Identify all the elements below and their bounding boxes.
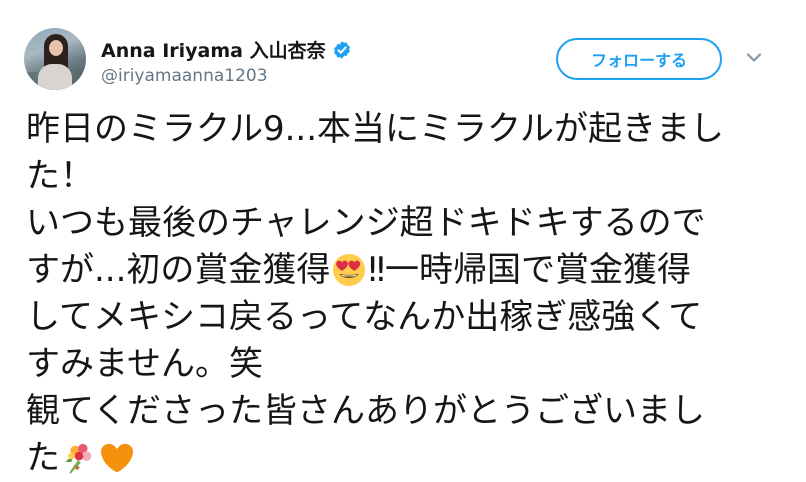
tweet-line-8: た xyxy=(26,435,786,482)
display-name[interactable]: Anna Iriyama 入山杏奈 xyxy=(101,36,326,63)
avatar[interactable] xyxy=(24,28,86,90)
heart-eyes-emoji-icon xyxy=(333,253,366,287)
tweet-line-3: いつも最後のチャレンジ超ドキドキするので xyxy=(26,203,706,243)
tweet-line-4-start: すが...初の賞金獲得 xyxy=(26,250,331,290)
tweet-line-4-end: ‼︎一時帰国で賞金獲得 xyxy=(368,250,691,290)
avatar-face xyxy=(49,40,63,56)
tweet-line-6: すみません。笑 xyxy=(26,344,263,384)
user-handle[interactable]: @iriyamaanna1203 xyxy=(101,66,268,86)
avatar-body xyxy=(38,64,72,90)
follow-button[interactable]: フォローする xyxy=(556,38,722,80)
bouquet-emoji-icon xyxy=(65,443,92,474)
chevron-down-icon[interactable] xyxy=(746,52,762,64)
tweet-line-4: すが...初の賞金獲得 ‼︎一時帰国で賞金獲得 xyxy=(26,247,786,294)
tweet-line-7: 観てくださった皆さんありがとうございまし xyxy=(26,391,705,431)
tweet-card: Anna Iriyama 入山杏奈 @iriyamaanna1203 フォローす… xyxy=(0,0,806,478)
name-row[interactable]: Anna Iriyama 入山杏奈 xyxy=(101,36,352,63)
tweet-line-5: してメキシコ戻るってなんか出稼ぎ感強くて xyxy=(26,297,703,337)
tweet-line-8-start: た xyxy=(26,438,60,478)
tweet-line-2: た！ xyxy=(26,156,94,196)
verified-badge-icon xyxy=(333,40,350,59)
orange-heart-emoji-icon xyxy=(100,443,134,473)
tweet-text: 昨日のミラクル9...本当にミラクルが起きまし た！ いつも最後のチャレンジ超ド… xyxy=(26,106,786,482)
tweet-line-1: 昨日のミラクル9...本当にミラクルが起きまし xyxy=(26,109,725,149)
